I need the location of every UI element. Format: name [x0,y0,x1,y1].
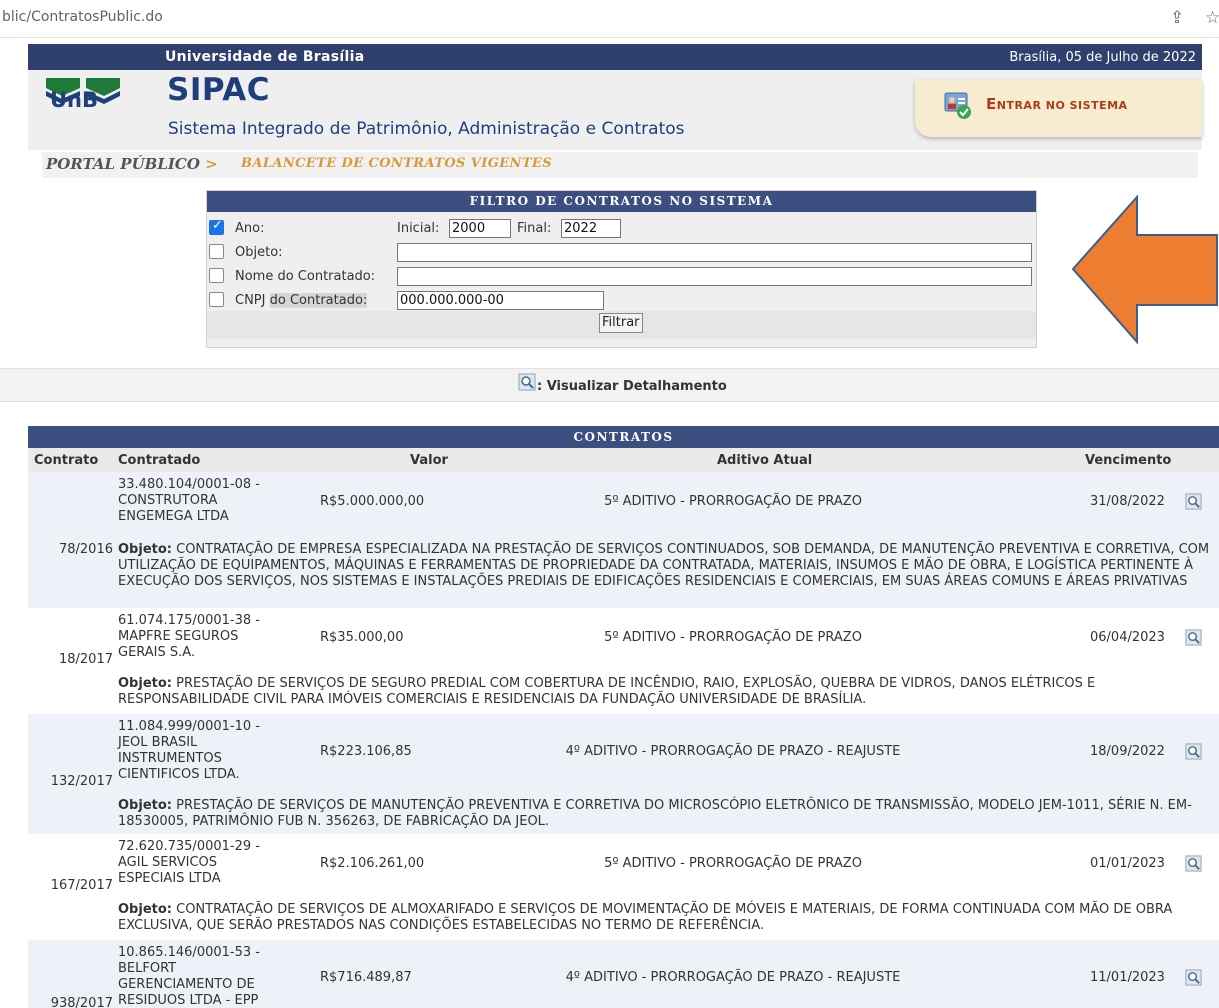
aditivo-cell: 5º ADITIVO - PRORROGAÇÃO DE PRAZO [604,856,862,871]
breadcrumb-root[interactable]: PORTAL PÚBLICO > [46,155,218,173]
contratado-cell: 72.620.735/0001-29 - AGIL SERVICOS ESPEC… [118,839,260,886]
col-header-contratado: Contratado [118,453,201,468]
header-topbar: Universidade de Brasília Brasília, 05 de… [28,44,1202,70]
filter-panel: FILTRO DE CONTRATOS NO SISTEMA Ano: Inic… [206,190,1037,348]
ano-final-label: Final: [517,221,552,236]
university-name: Universidade de Brasília [165,49,365,65]
site-header: Universidade de Brasília Brasília, 05 de… [28,44,1202,150]
cnpj-label: CNPJ do Contratado: [235,293,368,308]
contract-row: 72.620.735/0001-29 - AGIL SERVICOS ESPEC… [28,834,1219,940]
unb-logo-text: UnB [50,88,99,112]
objeto-cell: Objeto: PRESTAÇÃO DE SERVIÇOS DE SEGURO … [118,676,1096,707]
filter-button-row: Filtrar [207,311,1036,339]
breadcrumb-current: BALANCETE DE CONTRATOS VIGENTES [241,156,553,171]
contrato-cell: 132/2017 [50,774,113,789]
contratado-cell: 61.074.175/0001-38 - MAPFRE SEGUROS GERA… [118,613,260,660]
contract-row: 10.865.146/0001-53 - BELFORT GERENCIAMEN… [28,940,1219,1008]
contrato-cell: 78/2016 [58,542,113,557]
page: Universidade de Brasília Brasília, 05 de… [0,38,1219,1008]
objeto-cell: Objeto: PRESTAÇÃO DE SERVIÇOS DE MANUTEN… [118,798,1192,829]
objeto-label: Objeto: [235,245,283,260]
share-icon[interactable]: ⇪ [1170,8,1184,28]
contrato-cell: 18/2017 [58,652,113,667]
contracts-table-header: Contrato Contratado Valor Aditivo Atual … [28,448,1219,472]
breadcrumb: PORTAL PÚBLICO > BALANCETE DE CONTRATOS … [42,152,1198,178]
browser-url[interactable]: blic/ContratosPublic.do [2,9,163,25]
ano-label: Ano: [235,221,265,236]
legend-text: : Visualizar Detalhamento [537,379,727,394]
aditivo-cell: 4º ADITIVO - PRORROGAÇÃO DE PRAZO - REAJ… [565,970,901,985]
vencimento-cell: 31/08/2022 [1090,494,1165,509]
filter-row-objeto: Objeto: [207,241,1036,265]
contrato-cell: 938/2017 [50,996,113,1008]
vencimento-cell: 18/09/2022 [1090,744,1165,759]
valor-cell: R$5.000.000,00 [320,494,425,509]
nome-input[interactable] [397,267,1032,286]
vencimento-cell: 06/04/2023 [1090,630,1165,645]
valor-cell: R$223.106,85 [320,744,412,759]
vencimento-cell: 01/01/2023 [1090,856,1165,871]
star-icon[interactable]: ☆ [1205,8,1219,28]
legend-bar: : Visualizar Detalhamento [0,368,1219,402]
objeto-input[interactable] [397,243,1032,262]
col-header-aditivo: Aditivo Atual [717,453,813,468]
cnpj-checkbox[interactable] [209,292,224,307]
ano-final-input[interactable]: 2022 [561,219,621,238]
login-button[interactable]: ENTRAR NO SISTEMA [915,80,1202,137]
vencimento-cell: 11/01/2023 [1090,970,1165,985]
view-details-icon[interactable] [1185,855,1202,872]
col-header-vencimento: Vencimento [1085,453,1172,468]
contract-row: 61.074.175/0001-38 - MAPFRE SEGUROS GERA… [28,608,1219,714]
view-details-icon[interactable] [1185,743,1202,760]
valor-cell: R$35.000,00 [320,630,404,645]
ano-checkbox[interactable] [209,218,224,235]
header-date: Brasília, 05 de Julho de 2022 [1009,50,1196,65]
ano-inicial-input[interactable]: 2000 [449,219,511,238]
filter-row-ano: Ano: Inicial: 2000 Final: 2022 [207,217,1036,241]
app-subtitle: Sistema Integrado de Patrimônio, Adminis… [168,119,685,139]
filter-row-cnpj: CNPJ do Contratado: 000.000.000-00 [207,289,1036,313]
col-header-valor: Valor [410,453,448,468]
col-header-contrato: Contrato [34,453,99,468]
view-details-icon[interactable] [1185,629,1202,646]
filter-row-nome: Nome do Contratado: [207,265,1036,289]
browser-address-bar: blic/ContratosPublic.do ⇪ ☆ [0,0,1219,38]
aditivo-cell: 5º ADITIVO - PRORROGAÇÃO DE PRAZO [604,630,862,645]
user-login-icon [944,92,971,119]
ano-inicial-label: Inicial: [397,221,440,236]
aditivo-cell: 4º ADITIVO - PRORROGAÇÃO DE PRAZO - REAJ… [565,744,901,759]
filtrar-button[interactable]: Filtrar [599,313,643,333]
contratado-cell: 11.084.999/0001-10 - JEOL BRASIL INSTRUM… [118,719,260,782]
login-label: ENTRAR NO SISTEMA [986,95,1128,113]
cnpj-input[interactable]: 000.000.000-00 [397,291,604,310]
valor-cell: R$2.106.261,00 [320,856,425,871]
contract-row: 33.480.104/0001-08 - CONSTRUTORA ENGEMEG… [28,472,1219,608]
view-details-icon[interactable] [1185,493,1202,510]
orange-arrow-icon [1071,195,1218,344]
objeto-cell: Objeto: CONTRATAÇÃO DE SERVIÇOS DE ALMOX… [118,902,1173,933]
aditivo-cell: 5º ADITIVO - PRORROGAÇÃO DE PRAZO [604,494,862,509]
contrato-cell: 167/2017 [50,878,113,893]
contracts-table-title: CONTRATOS [28,426,1219,448]
view-details-icon[interactable] [1185,969,1202,986]
app-name: SIPAC [167,72,270,108]
valor-cell: R$716.489,87 [320,970,412,985]
objeto-checkbox[interactable] [209,244,224,259]
nome-label: Nome do Contratado: [235,269,376,284]
filter-title: FILTRO DE CONTRATOS NO SISTEMA [207,191,1036,212]
contratado-cell: 10.865.146/0001-53 - BELFORT GERENCIAMEN… [118,945,260,1008]
contratado-cell: 33.480.104/0001-08 - CONSTRUTORA ENGEMEG… [118,477,260,524]
objeto-cell: Objeto: CONTRATAÇÃO DE EMPRESA ESPECIALI… [118,542,1210,589]
nome-checkbox[interactable] [209,268,224,283]
contract-row: 11.084.999/0001-10 - JEOL BRASIL INSTRUM… [28,714,1219,834]
magnifier-detail-icon [518,373,536,391]
